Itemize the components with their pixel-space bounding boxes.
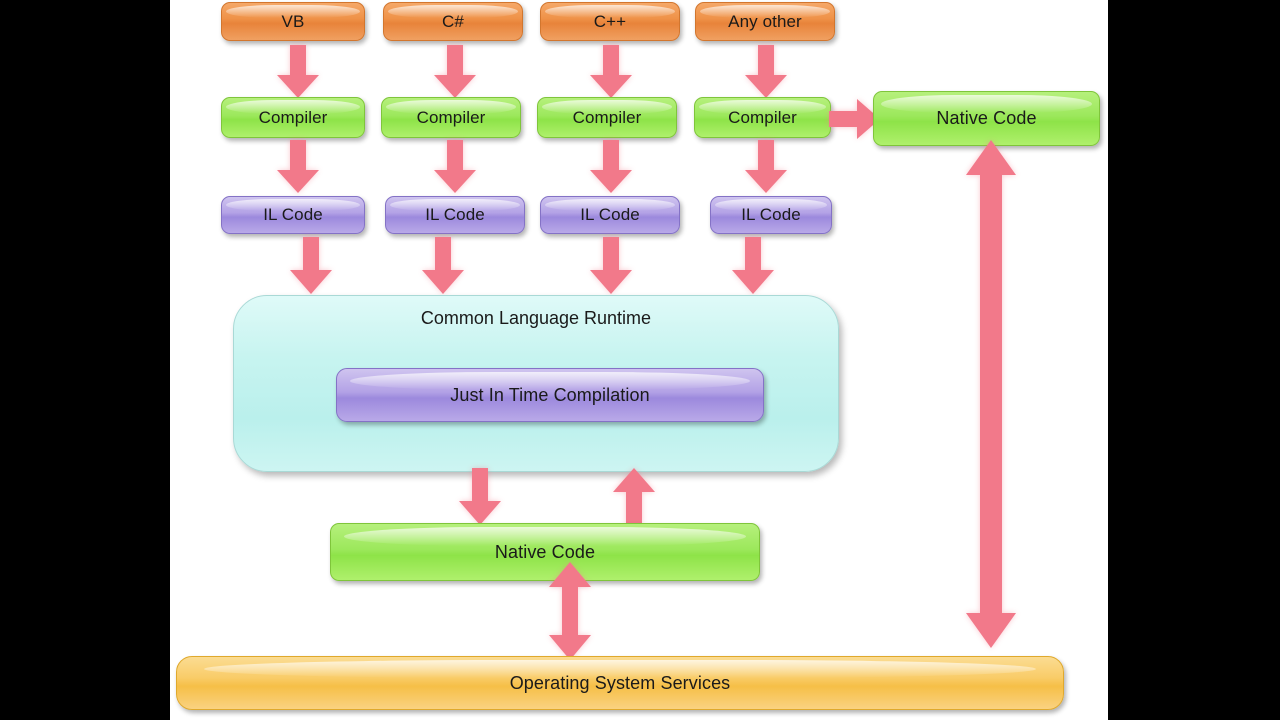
il-code-box-2: IL Code	[385, 196, 525, 234]
arrow-down-compiler3-to-il	[583, 140, 639, 196]
il-code-label: IL Code	[425, 205, 485, 224]
native-code-box-right: Native Code	[873, 91, 1100, 146]
language-label: Any other	[728, 11, 802, 31]
arrow-down-il2-to-clr	[415, 237, 471, 297]
compiler-box-1: Compiler	[221, 97, 365, 138]
jit-compilation-box: Just In Time Compilation	[336, 368, 764, 422]
operating-system-services-box: Operating System Services	[176, 656, 1064, 710]
arrow-double-native-code-right-os-services	[960, 140, 1022, 648]
language-label: C++	[593, 11, 627, 31]
language-box-cplusplus: C++	[540, 2, 680, 41]
il-code-label: IL Code	[741, 205, 801, 224]
language-box-vb: VB	[221, 2, 365, 41]
common-language-runtime-container: Common Language Runtime Just In Time Com…	[233, 295, 839, 472]
arrow-down-il1-to-clr	[283, 237, 339, 297]
slide-stage: VB C# C++ Any other Compiler Compiler Co…	[0, 0, 1280, 720]
arrow-double-native-code-os-services	[543, 562, 597, 660]
os-services-label: Operating System Services	[509, 672, 731, 693]
language-label: VB	[281, 11, 305, 31]
arrow-down-compiler4-to-il	[738, 140, 794, 196]
arrow-down-vb-to-compiler	[270, 45, 326, 101]
arrow-down-anyother-to-compiler	[738, 45, 794, 101]
compiler-box-4: Compiler	[694, 97, 831, 138]
compiler-label: Compiler	[728, 107, 797, 127]
il-code-label: IL Code	[263, 205, 323, 224]
il-code-label: IL Code	[580, 205, 640, 224]
arrow-up-native-code-to-clr	[608, 468, 660, 528]
compiler-box-3: Compiler	[537, 97, 677, 138]
language-label: C#	[442, 11, 464, 31]
clr-title: Common Language Runtime	[420, 308, 652, 328]
il-code-box-1: IL Code	[221, 196, 365, 234]
compiler-label: Compiler	[416, 107, 486, 127]
il-code-box-3: IL Code	[540, 196, 680, 234]
language-box-any-other: Any other	[695, 2, 835, 41]
slide-canvas: VB C# C++ Any other Compiler Compiler Co…	[170, 0, 1108, 720]
compiler-label: Compiler	[258, 107, 328, 127]
arrow-down-clr-to-native-code	[454, 468, 506, 528]
jit-label: Just In Time Compilation	[450, 384, 650, 405]
arrow-down-cplusplus-to-compiler	[583, 45, 639, 101]
arrow-down-il4-to-clr	[725, 237, 781, 297]
arrow-down-csharp-to-compiler	[427, 45, 483, 101]
compiler-box-2: Compiler	[381, 97, 521, 138]
language-box-csharp: C#	[383, 2, 523, 41]
native-code-label: Native Code	[936, 108, 1037, 128]
native-code-label: Native Code	[494, 541, 596, 562]
il-code-box-4: IL Code	[710, 196, 832, 234]
compiler-label: Compiler	[572, 107, 642, 127]
arrow-down-il3-to-clr	[583, 237, 639, 297]
arrow-down-compiler2-to-il	[427, 140, 483, 196]
arrow-down-compiler1-to-il	[270, 140, 326, 196]
